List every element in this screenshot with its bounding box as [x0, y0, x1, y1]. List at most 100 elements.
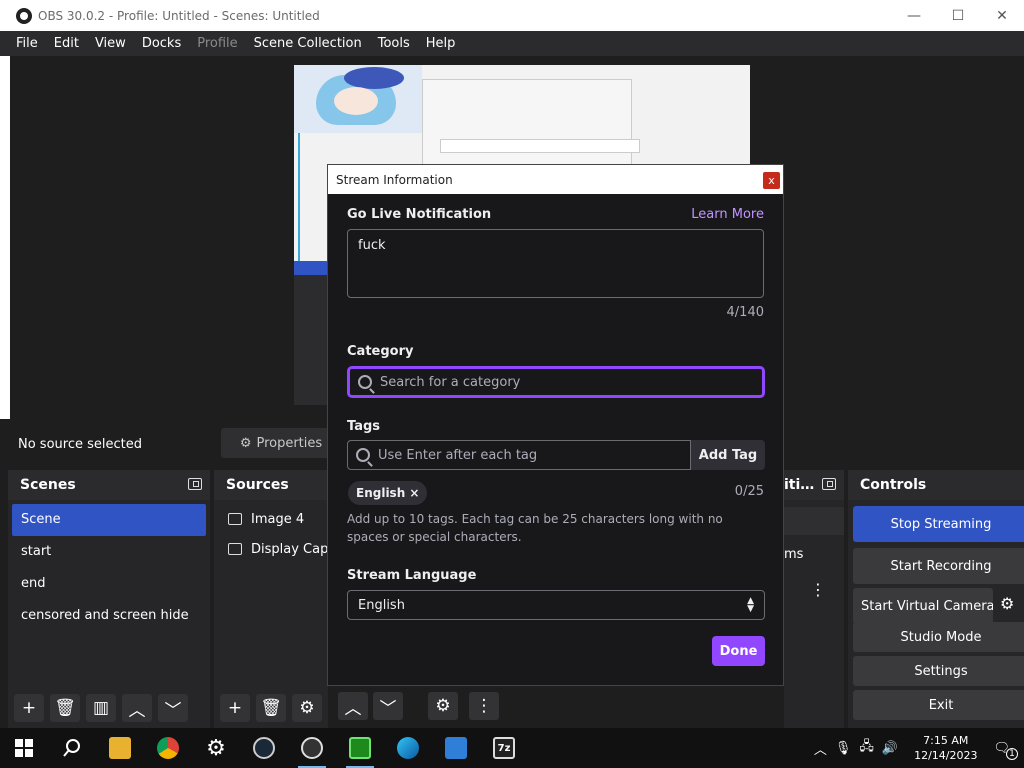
- microphone-icon[interactable]: 🎙: [835, 741, 852, 756]
- move-scene-up-button[interactable]: ︿: [122, 694, 152, 722]
- 7zip-taskbar-button[interactable]: 7z: [480, 728, 528, 768]
- gear-icon[interactable]: ⚙: [1000, 594, 1014, 613]
- chrome-icon: [157, 737, 179, 759]
- add-tag-button[interactable]: Add Tag: [691, 440, 765, 470]
- duration-field[interactable]: ms: [784, 541, 844, 569]
- exit-button[interactable]: Exit: [853, 690, 1024, 720]
- tags-help-text: Add up to 10 tags. Each tag can be 25 ch…: [347, 512, 723, 544]
- studio-mode-button[interactable]: Studio Mode: [853, 622, 1024, 652]
- terminal-taskbar-button[interactable]: [336, 728, 384, 768]
- scene-item[interactable]: start: [8, 536, 210, 568]
- file-explorer-taskbar-button[interactable]: [96, 728, 144, 768]
- edge-taskbar-button[interactable]: [384, 728, 432, 768]
- done-button[interactable]: Done: [712, 636, 765, 666]
- scenes-header: Scenes: [20, 477, 76, 493]
- windows-taskbar: ⚙ 7z ︿ 🎙 🖧 🔊 7:15 AM 12/14/2023 🗨 1: [0, 728, 1024, 768]
- remove-scene-button[interactable]: 🗑: [50, 694, 80, 722]
- menu-tools[interactable]: Tools: [370, 36, 418, 51]
- speaker-icon[interactable]: 🔊: [882, 741, 898, 756]
- start-virtual-camera-button[interactable]: Start Virtual Camera: [853, 588, 993, 624]
- stream-language-select[interactable]: English ▲ ▼: [347, 590, 765, 620]
- notification-icon[interactable]: 🗨 1: [993, 741, 1018, 760]
- system-tray: ︿ 🎙 🖧 🔊 7:15 AM 12/14/2023 🗨 1: [810, 728, 1024, 768]
- dialog-close-button[interactable]: x: [763, 172, 780, 189]
- notification-textarea[interactable]: fuck: [347, 229, 764, 298]
- category-placeholder: Search for a category: [380, 374, 521, 390]
- trash-icon: 🗑: [260, 698, 282, 718]
- source-label: Image 4: [251, 511, 305, 527]
- tags-placeholder: Use Enter after each tag: [378, 447, 538, 463]
- scene-filters-button[interactable]: ▥: [86, 694, 116, 722]
- scene-item[interactable]: end: [8, 568, 210, 600]
- source-item[interactable]: Display Capture: [214, 534, 328, 564]
- start-recording-button[interactable]: Start Recording: [853, 548, 1024, 584]
- learn-more-link[interactable]: Learn More: [691, 207, 764, 222]
- image-source-thumbnail: [294, 65, 422, 133]
- clock-date: 12/14/2023: [914, 749, 978, 762]
- sources-dock: Sources Image 4 Display Capture + 🗑 ⚙: [214, 470, 328, 728]
- scene-item[interactable]: censored and screen hide: [8, 600, 210, 632]
- chevron-up-icon: ︿: [128, 700, 146, 721]
- add-source-button[interactable]: +: [220, 694, 250, 722]
- window-title-bar: OBS 30.0.2 - Profile: Untitled - Scenes:…: [0, 0, 1024, 31]
- notification-count: 1: [1006, 747, 1018, 760]
- settings-button[interactable]: Settings: [853, 656, 1024, 686]
- undock-icon[interactable]: [188, 478, 202, 490]
- source-label: Display Capture: [251, 541, 328, 557]
- controls-header: Controls: [860, 477, 927, 493]
- chevron-up-icon[interactable]: ︿: [814, 739, 827, 758]
- minimize-button[interactable]: —: [892, 0, 936, 31]
- menu-file[interactable]: File: [8, 36, 46, 51]
- duration-unit: ms: [784, 547, 804, 562]
- transition-select[interactable]: [784, 507, 844, 535]
- menu-view[interactable]: View: [87, 36, 134, 51]
- obs-taskbar-button[interactable]: [288, 728, 336, 768]
- chrome-taskbar-button[interactable]: [144, 728, 192, 768]
- tags-input[interactable]: Use Enter after each tag: [347, 440, 691, 470]
- scene-item[interactable]: Scene: [12, 504, 206, 536]
- search-taskbar-button[interactable]: [48, 728, 96, 768]
- network-icon[interactable]: 🖧: [859, 737, 874, 759]
- move-scene-down-button[interactable]: ﹀: [158, 694, 188, 722]
- properties-label: Properties: [256, 435, 323, 451]
- remove-source-button[interactable]: 🗑: [256, 694, 286, 722]
- taskbar-clock[interactable]: 7:15 AM 12/14/2023: [914, 733, 977, 763]
- category-search-input[interactable]: Search for a category: [347, 366, 765, 398]
- source-properties-button[interactable]: ⚙: [292, 694, 322, 722]
- kebab-menu-icon[interactable]: ⋮: [810, 580, 826, 599]
- gear-icon: ⚙: [206, 735, 226, 761]
- category-label: Category: [347, 344, 414, 359]
- move-source-up-button[interactable]: ︿: [338, 692, 368, 720]
- menu-profile[interactable]: Profile: [189, 36, 245, 51]
- language-value: English: [358, 597, 405, 613]
- source-item[interactable]: Image 4: [214, 504, 328, 534]
- app-taskbar-button[interactable]: [432, 728, 480, 768]
- tag-chip-english[interactable]: English ×: [348, 481, 428, 505]
- steam-taskbar-button[interactable]: [240, 728, 288, 768]
- no-source-label: No source selected: [18, 436, 142, 452]
- steam-icon: [253, 737, 275, 759]
- gear-icon: ⚙: [299, 698, 315, 718]
- settings-taskbar-button[interactable]: ⚙: [192, 728, 240, 768]
- mixer-menu-button[interactable]: ⋮: [469, 692, 499, 720]
- mixer-settings-button[interactable]: ⚙: [428, 692, 458, 720]
- menu-edit[interactable]: Edit: [46, 36, 87, 51]
- menu-docks[interactable]: Docks: [134, 36, 189, 51]
- notification-char-count: 4/140: [726, 305, 764, 320]
- menu-scene-collection[interactable]: Scene Collection: [246, 36, 370, 51]
- menu-bar: File Edit View Docks Profile Scene Colle…: [0, 31, 1024, 56]
- close-window-button[interactable]: ✕: [980, 0, 1024, 31]
- background-window-edge: [0, 56, 10, 419]
- 7zip-icon: 7z: [493, 737, 515, 759]
- folder-icon: [109, 737, 131, 759]
- start-button[interactable]: [0, 728, 48, 768]
- stop-streaming-button[interactable]: Stop Streaming: [853, 506, 1024, 542]
- menu-help[interactable]: Help: [418, 36, 464, 51]
- properties-button[interactable]: ⚙ Properties: [221, 428, 341, 458]
- maximize-button[interactable]: ☐: [936, 0, 980, 31]
- clock-time: 7:15 AM: [923, 734, 969, 747]
- nested-scenes-dock: [294, 261, 328, 405]
- add-scene-button[interactable]: +: [14, 694, 44, 722]
- move-source-down-button[interactable]: ﹀: [373, 692, 403, 720]
- undock-icon[interactable]: [822, 478, 836, 490]
